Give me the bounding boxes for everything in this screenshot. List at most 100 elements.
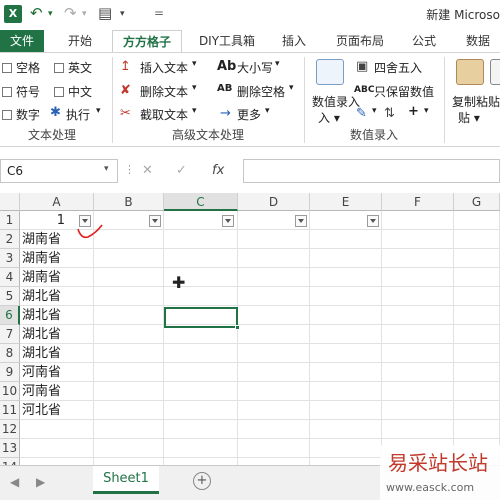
cell-f3[interactable] xyxy=(382,249,454,268)
cell-e2[interactable] xyxy=(310,230,382,249)
cell-g8[interactable] xyxy=(454,344,500,363)
name-box[interactable]: C6 xyxy=(0,159,118,183)
cell-e3[interactable] xyxy=(310,249,382,268)
active-cell-c6[interactable] xyxy=(164,307,238,328)
sheet-tab-sheet1[interactable]: Sheet1 xyxy=(93,466,159,494)
row-header-2[interactable]: 2 xyxy=(0,230,20,249)
redo-icon[interactable]: ↷ xyxy=(64,4,77,22)
row-header-1[interactable]: 1 xyxy=(0,211,20,230)
cell-g4[interactable] xyxy=(454,268,500,287)
cell-d7[interactable] xyxy=(238,325,310,344)
english-checkbox[interactable] xyxy=(54,63,64,73)
column-header-e[interactable]: E xyxy=(310,193,382,211)
print-icon[interactable]: ▤ xyxy=(98,4,112,22)
cell-d6[interactable] xyxy=(238,306,310,325)
column-header-g[interactable]: G xyxy=(454,193,500,211)
tab-home[interactable]: 开始 xyxy=(58,30,102,52)
row-header-7[interactable]: 7 xyxy=(0,325,20,344)
cell-e6[interactable] xyxy=(310,306,382,325)
column-header-a[interactable]: A xyxy=(20,193,94,211)
delete-text-button[interactable]: 删除文本 xyxy=(140,83,188,100)
cell-g2[interactable] xyxy=(454,230,500,249)
cell-d11[interactable] xyxy=(238,401,310,420)
cell-b3[interactable] xyxy=(94,249,164,268)
tab-page-layout[interactable]: 页面布局 xyxy=(326,30,394,52)
cell-a12[interactable] xyxy=(20,420,94,439)
add-dropdown-icon[interactable]: ▾ xyxy=(424,106,429,116)
cell-g11[interactable] xyxy=(454,401,500,420)
cell-b5[interactable] xyxy=(94,287,164,306)
undo-icon[interactable]: ↶ xyxy=(30,4,43,22)
case-dropdown-icon[interactable]: ▾ xyxy=(275,59,280,69)
cell-d3[interactable] xyxy=(238,249,310,268)
chinese-checkbox[interactable] xyxy=(54,87,64,97)
case-button[interactable]: 大小写 xyxy=(237,59,273,76)
cell-d8[interactable] xyxy=(238,344,310,363)
execute-dropdown-icon[interactable]: ▾ xyxy=(96,106,101,116)
row-header-6[interactable]: 6 xyxy=(0,306,20,325)
edit-icon[interactable]: ✎ xyxy=(356,106,367,121)
name-box-dropdown-icon[interactable]: ▾ xyxy=(104,164,109,174)
cell-c13[interactable] xyxy=(164,439,238,458)
more-button[interactable]: 更多 xyxy=(237,106,261,123)
delete-space-dropdown-icon[interactable]: ▾ xyxy=(289,83,294,93)
cell-a8[interactable]: 湖北省 xyxy=(20,344,94,363)
row-header-12[interactable]: 12 xyxy=(0,420,20,439)
cell-a6[interactable]: 湖北省 xyxy=(20,306,94,325)
cell-f6[interactable] xyxy=(382,306,454,325)
cell-g5[interactable] xyxy=(454,287,500,306)
cell-e4[interactable] xyxy=(310,268,382,287)
keep-value-button[interactable]: 只保留数值 xyxy=(374,83,434,100)
cell-b6[interactable] xyxy=(94,306,164,325)
cell-a13[interactable] xyxy=(20,439,94,458)
cell-c10[interactable] xyxy=(164,382,238,401)
tab-insert[interactable]: 插入 xyxy=(274,30,314,52)
delete-text-dropdown-icon[interactable]: ▾ xyxy=(192,83,197,93)
extract-text-dropdown-icon[interactable]: ▾ xyxy=(192,106,197,116)
cell-g1[interactable] xyxy=(454,211,500,230)
cell-e9[interactable] xyxy=(310,363,382,382)
cancel-icon[interactable]: ✕ xyxy=(142,163,153,178)
undo-dropdown-icon[interactable]: ▾ xyxy=(48,9,53,19)
delete-space-button[interactable]: 删除空格 xyxy=(237,83,285,100)
cell-c8[interactable] xyxy=(164,344,238,363)
execute-button[interactable]: 执行 xyxy=(66,106,90,123)
round-button[interactable]: 四舍五入 xyxy=(374,59,422,76)
cell-b8[interactable] xyxy=(94,344,164,363)
cell-e8[interactable] xyxy=(310,344,382,363)
row-header-10[interactable]: 10 xyxy=(0,382,20,401)
cell-e13[interactable] xyxy=(310,439,382,458)
cell-f5[interactable] xyxy=(382,287,454,306)
cell-d12[interactable] xyxy=(238,420,310,439)
tab-data[interactable]: 数据 xyxy=(456,30,500,52)
more-dropdown-icon[interactable]: ▾ xyxy=(265,106,270,116)
cell-f8[interactable] xyxy=(382,344,454,363)
cell-g6[interactable] xyxy=(454,306,500,325)
cell-a10[interactable]: 河南省 xyxy=(20,382,94,401)
cell-g12[interactable] xyxy=(454,420,500,439)
cell-a4[interactable]: 湖南省 xyxy=(20,268,94,287)
column-header-d[interactable]: D xyxy=(238,193,310,211)
cell-c11[interactable] xyxy=(164,401,238,420)
add-sheet-button[interactable]: + xyxy=(193,472,211,490)
cell-c3[interactable] xyxy=(164,249,238,268)
cell-a5[interactable]: 湖北省 xyxy=(20,287,94,306)
cell-c9[interactable] xyxy=(164,363,238,382)
filter-dropdown-e[interactable] xyxy=(367,215,379,227)
row-header-3[interactable]: 3 xyxy=(0,249,20,268)
cell-d9[interactable] xyxy=(238,363,310,382)
cell-c12[interactable] xyxy=(164,420,238,439)
row-header-8[interactable]: 8 xyxy=(0,344,20,363)
cell-f7[interactable] xyxy=(382,325,454,344)
cell-b12[interactable] xyxy=(94,420,164,439)
cell-f2[interactable] xyxy=(382,230,454,249)
scroll-left-icon[interactable]: ◀ xyxy=(10,475,19,489)
insert-text-dropdown-icon[interactable]: ▾ xyxy=(192,59,197,69)
cell-e10[interactable] xyxy=(310,382,382,401)
cell-d5[interactable] xyxy=(238,287,310,306)
confirm-icon[interactable]: ✓ xyxy=(176,163,187,178)
cell-d2[interactable] xyxy=(238,230,310,249)
filter-dropdown-c[interactable] xyxy=(222,215,234,227)
column-header-f[interactable]: F xyxy=(382,193,454,211)
row-header-9[interactable]: 9 xyxy=(0,363,20,382)
